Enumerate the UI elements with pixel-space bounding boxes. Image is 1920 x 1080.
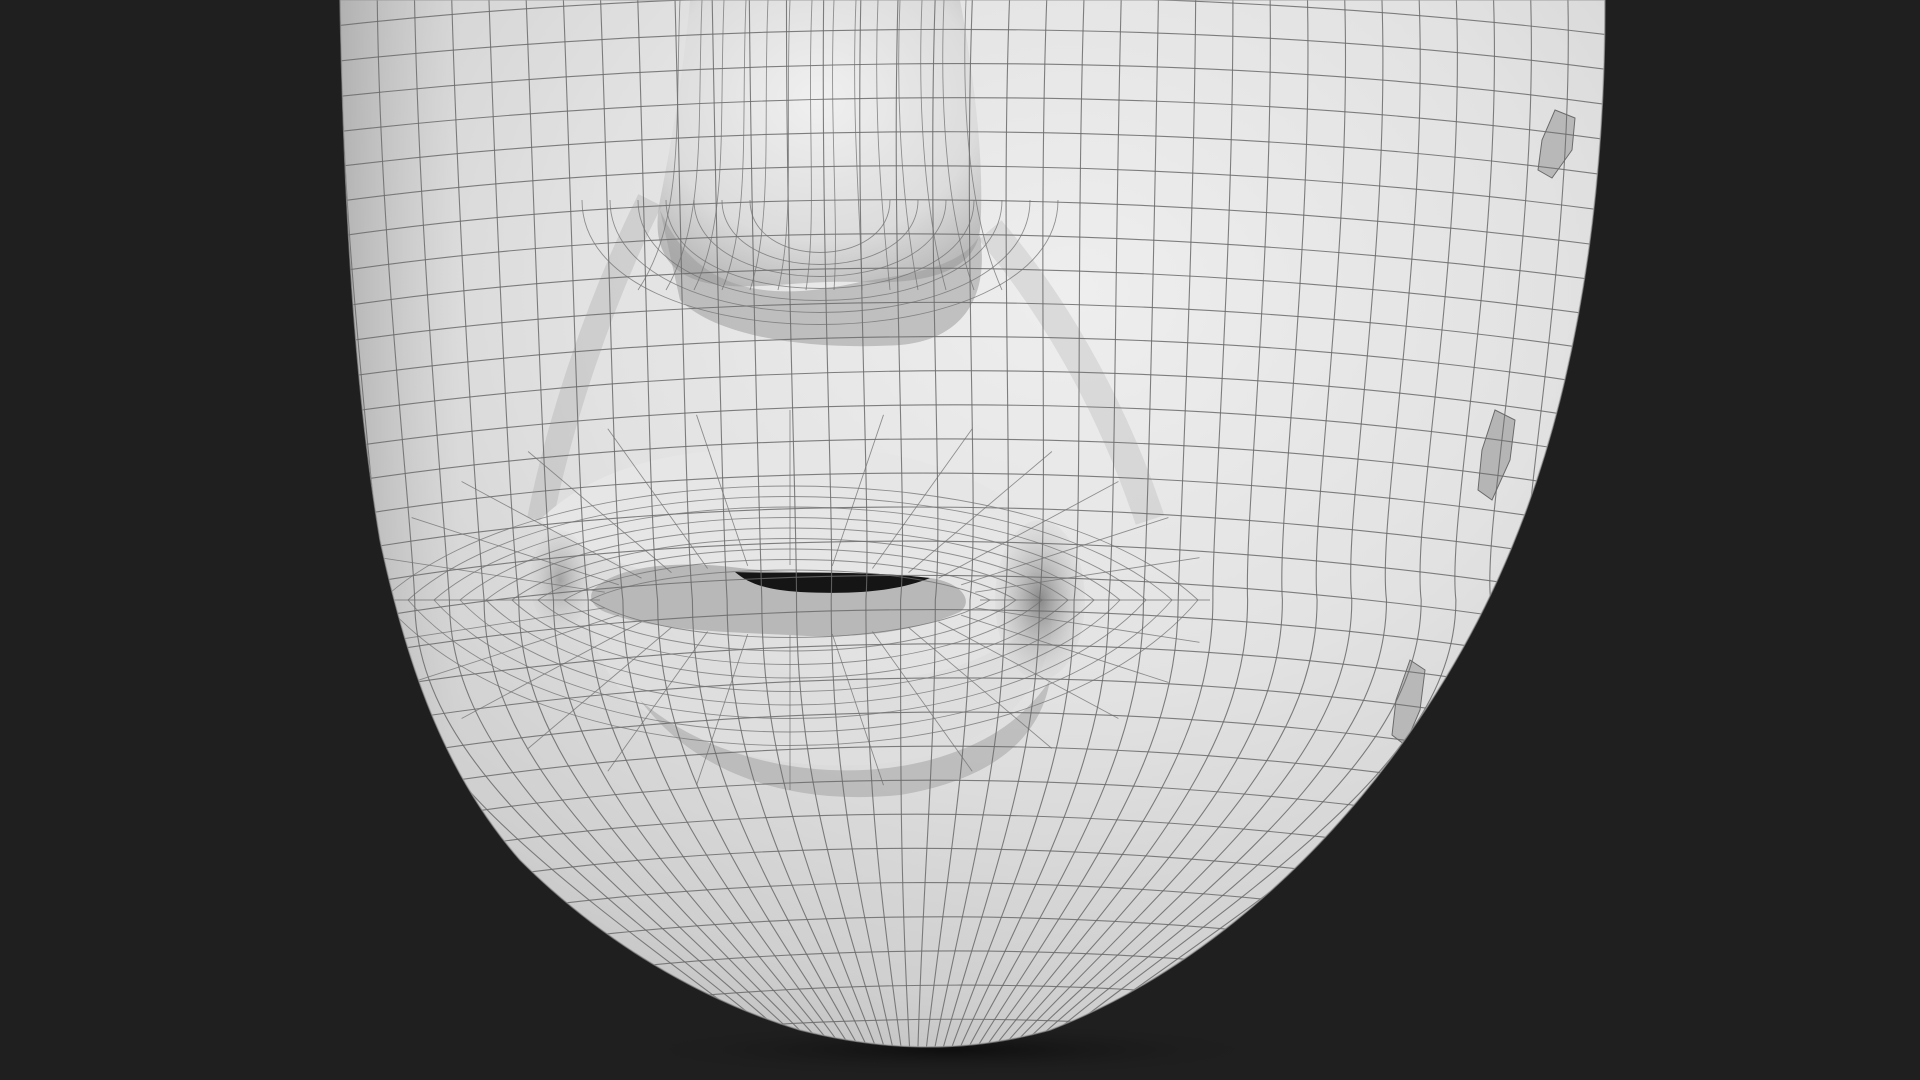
mesh-render — [0, 0, 1920, 1080]
3d-viewport[interactable] — [0, 0, 1920, 1080]
